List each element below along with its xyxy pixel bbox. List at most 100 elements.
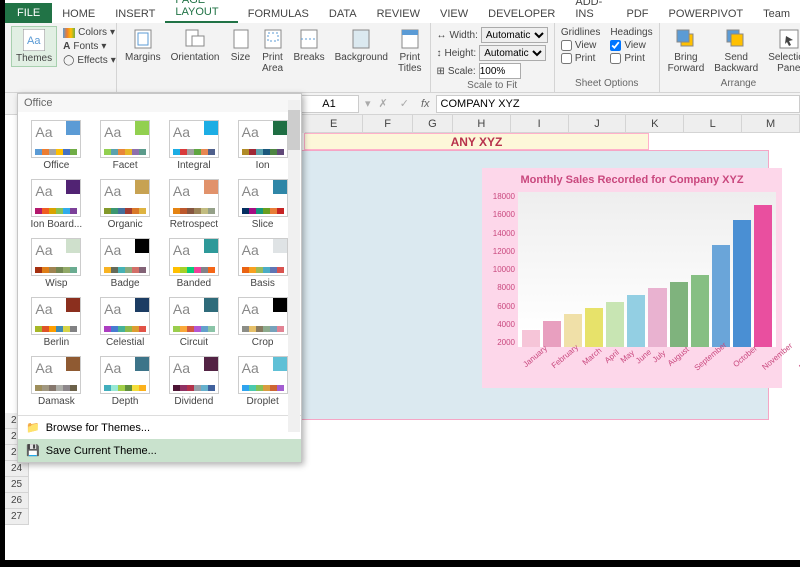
enter-icon[interactable]: ✓ xyxy=(394,97,415,110)
breaks-button[interactable]: Breaks xyxy=(292,26,327,65)
theme-item-depth[interactable]: AaDepth xyxy=(93,354,158,409)
col-header[interactable]: H xyxy=(453,115,511,133)
theme-item-circuit[interactable]: AaCircuit xyxy=(162,295,227,350)
tab-page-layout[interactable]: PAGE LAYOUT xyxy=(165,0,237,23)
ribbon: Aa Themes Colors ▾ AFonts ▾ ◯ Effects ▾ … xyxy=(5,23,800,93)
themes-button[interactable]: Aa Themes xyxy=(11,26,57,67)
tab-developer[interactable]: DEVELOPER xyxy=(478,5,565,23)
gridlines-view-check[interactable] xyxy=(561,40,572,51)
sheet-group-label: Sheet Options xyxy=(561,78,653,89)
background-button[interactable]: Background xyxy=(333,26,390,65)
col-header[interactable]: M xyxy=(742,115,800,133)
fx-button[interactable]: fx xyxy=(415,98,436,110)
theme-item-integral[interactable]: AaIntegral xyxy=(162,118,227,173)
height-select[interactable]: Automatic xyxy=(479,45,546,61)
row-header[interactable]: 26 xyxy=(5,493,29,509)
tab-home[interactable]: HOME xyxy=(52,5,105,23)
chart[interactable]: Monthly Sales Recorded for Company XYZ 1… xyxy=(482,168,782,388)
col-header[interactable]: E xyxy=(305,115,363,133)
theme-item-celestial[interactable]: AaCelestial xyxy=(93,295,158,350)
height-label: ↕ xyxy=(437,48,442,59)
tab-pdf[interactable]: PDF xyxy=(617,5,659,23)
bar-december[interactable] xyxy=(754,205,772,347)
margins-icon xyxy=(132,28,154,50)
bar-january[interactable] xyxy=(522,330,540,347)
breaks-icon xyxy=(298,28,320,50)
col-header[interactable]: I xyxy=(511,115,569,133)
bring-forward-button[interactable]: Bring Forward xyxy=(666,26,707,76)
bar-november[interactable] xyxy=(733,220,751,347)
scale-input[interactable] xyxy=(479,63,521,79)
fbar-dropdown-icon[interactable]: ▾ xyxy=(363,97,373,110)
formula-input[interactable]: COMPANY XYZ xyxy=(436,95,800,113)
send-backward-button[interactable]: Send Backward xyxy=(712,26,760,76)
theme-item-ion-board-[interactable]: AaIon Board... xyxy=(24,177,89,232)
tab-file[interactable]: FILE xyxy=(5,3,52,23)
row-header[interactable]: 25 xyxy=(5,477,29,493)
theme-item-slice[interactable]: AaSlice xyxy=(230,177,295,232)
theme-item-retrospect[interactable]: AaRetrospect xyxy=(162,177,227,232)
bar-may[interactable] xyxy=(606,302,624,347)
theme-item-badge[interactable]: AaBadge xyxy=(93,236,158,291)
width-select[interactable]: Automatic xyxy=(481,27,548,43)
tab-addins[interactable]: ADD-INS xyxy=(565,0,616,23)
headings-view-check[interactable] xyxy=(610,40,621,51)
selection-pane-icon xyxy=(778,28,800,50)
bar-june[interactable] xyxy=(627,295,645,347)
tab-data[interactable]: DATA xyxy=(319,5,367,23)
bar-april[interactable] xyxy=(585,308,603,347)
bar-august[interactable] xyxy=(670,282,688,347)
save-theme-item[interactable]: 💾Save Current Theme... xyxy=(18,439,301,462)
row-header[interactable]: 24 xyxy=(5,461,29,477)
theme-item-basis[interactable]: AaBasis xyxy=(230,236,295,291)
margins-button[interactable]: Margins xyxy=(123,26,163,65)
chart-title: Monthly Sales Recorded for Company XYZ xyxy=(482,168,782,192)
bar-september[interactable] xyxy=(691,275,709,347)
cancel-icon[interactable]: ✗ xyxy=(373,97,394,110)
gallery-scrollbar[interactable] xyxy=(288,100,300,432)
theme-item-dividend[interactable]: AaDividend xyxy=(162,354,227,409)
name-box[interactable]: A1 xyxy=(299,95,359,113)
theme-item-wisp[interactable]: AaWisp xyxy=(24,236,89,291)
size-button[interactable]: Size xyxy=(228,26,254,65)
theme-item-crop[interactable]: AaCrop xyxy=(230,295,295,350)
colors-button[interactable]: Colors ▾ xyxy=(63,26,116,39)
selection-pane-button[interactable]: Selection Pane xyxy=(766,26,800,76)
tab-formulas[interactable]: FORMULAS xyxy=(238,5,319,23)
print-titles-button[interactable]: Print Titles xyxy=(396,26,424,76)
tab-powerpivot[interactable]: POWERPIVOT xyxy=(659,5,754,23)
theme-item-facet[interactable]: AaFacet xyxy=(93,118,158,173)
effects-button[interactable]: ◯ Effects ▾ xyxy=(63,54,116,67)
theme-item-damask[interactable]: AaDamask xyxy=(24,354,89,409)
bar-february[interactable] xyxy=(543,321,561,347)
theme-item-droplet[interactable]: AaDroplet xyxy=(230,354,295,409)
browse-themes-item[interactable]: 📁Browse for Themes... xyxy=(18,416,301,439)
folder-icon: 📁 xyxy=(26,421,40,434)
print-area-button[interactable]: Print Area xyxy=(260,26,286,76)
row-header[interactable]: 27 xyxy=(5,509,29,525)
theme-item-berlin[interactable]: AaBerlin xyxy=(24,295,89,350)
scale-group-label: Scale to Fit xyxy=(437,80,548,91)
col-header[interactable]: F xyxy=(363,115,413,133)
bar-july[interactable] xyxy=(648,288,666,347)
title-cell[interactable]: ANY XYZ xyxy=(304,133,649,150)
tab-team[interactable]: Team xyxy=(753,5,800,23)
col-header[interactable]: L xyxy=(684,115,742,133)
theme-item-office[interactable]: AaOffice xyxy=(24,118,89,173)
gridlines-print-check[interactable] xyxy=(561,53,572,64)
themes-gallery-dropdown: Office AaOfficeAaFacetAaIntegralAaIonAaI… xyxy=(17,93,302,463)
col-header[interactable]: G xyxy=(413,115,453,133)
fonts-button[interactable]: AFonts ▾ xyxy=(63,40,116,53)
theme-item-ion[interactable]: AaIon xyxy=(230,118,295,173)
theme-item-banded[interactable]: AaBanded xyxy=(162,236,227,291)
tab-insert[interactable]: INSERT xyxy=(105,5,165,23)
tab-view[interactable]: VIEW xyxy=(430,5,478,23)
tab-review[interactable]: REVIEW xyxy=(367,5,430,23)
orientation-icon xyxy=(184,28,206,50)
bar-october[interactable] xyxy=(712,245,730,347)
col-header[interactable]: J xyxy=(569,115,627,133)
headings-print-check[interactable] xyxy=(610,53,621,64)
orientation-button[interactable]: Orientation xyxy=(169,26,222,65)
theme-item-organic[interactable]: AaOrganic xyxy=(93,177,158,232)
col-header[interactable]: K xyxy=(626,115,684,133)
